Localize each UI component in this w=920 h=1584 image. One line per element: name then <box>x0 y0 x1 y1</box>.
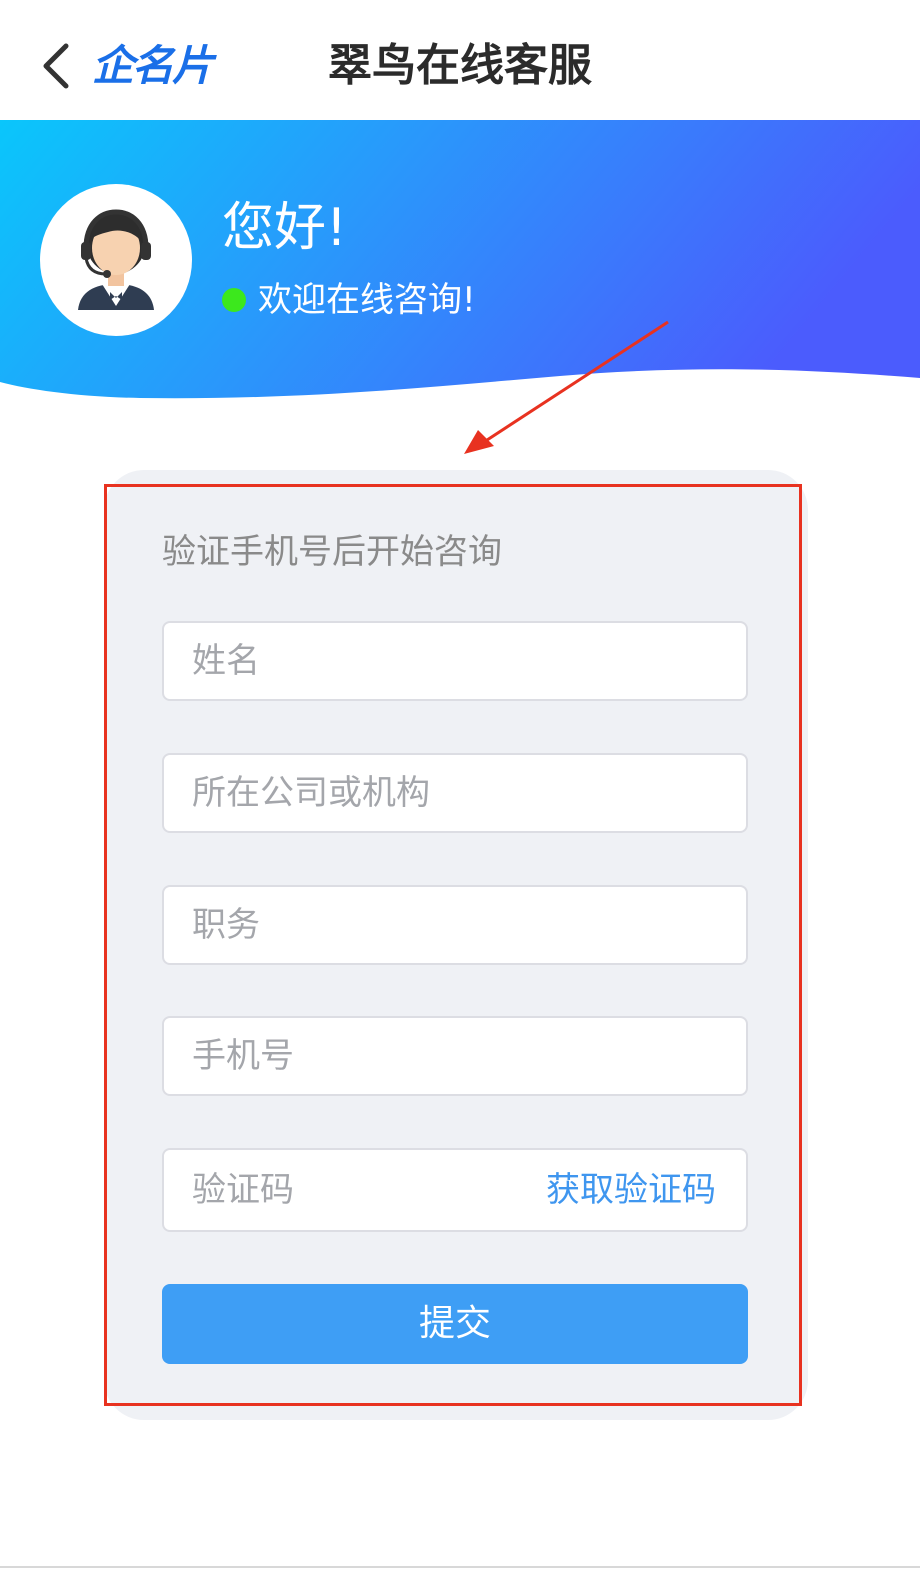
welcome-text: 欢迎在线咨询! <box>258 280 476 320</box>
annotation-highlight-box <box>104 484 802 1406</box>
welcome-line: 欢迎在线咨询! <box>222 276 476 324</box>
online-status-icon <box>222 288 246 312</box>
greeting-text: 您好! <box>222 198 347 258</box>
page: 企名片 翠鸟在线客服 您好! 欢迎在线咨询! 验证手机号后开始咨询 姓名 所在公… <box>0 0 920 1584</box>
agent-avatar <box>40 184 192 336</box>
page-title: 翠鸟在线客服 <box>328 40 592 91</box>
bottom-divider <box>0 1566 920 1568</box>
customer-service-agent-icon <box>78 209 154 310</box>
nav-bar: 企名片 翠鸟在线客服 <box>0 0 920 120</box>
